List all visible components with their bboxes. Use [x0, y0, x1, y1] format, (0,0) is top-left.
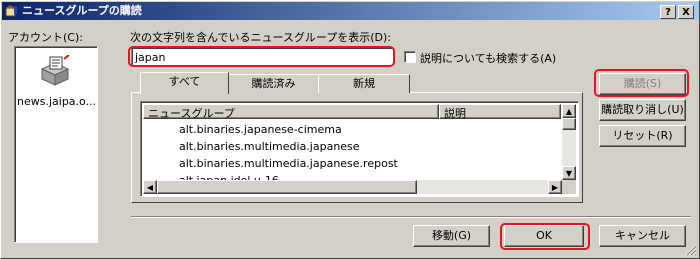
window-title: ニュースグループの購読 — [22, 4, 142, 17]
tab-all[interactable]: すべて — [140, 72, 229, 94]
subscribe-button[interactable]: 購読(S) — [599, 73, 686, 95]
ok-button[interactable]: OK — [504, 225, 584, 247]
search-input[interactable] — [131, 47, 393, 67]
horizontal-scrollbar[interactable]: ◀ ▶ — [143, 180, 562, 194]
list-item[interactable]: alt.binaries.multimedia.japanese — [179, 140, 360, 153]
search-label: 次の文字列を含んでいるニュースグループを表示(D): — [130, 31, 391, 44]
news-server-icon — [40, 55, 70, 86]
account-label: アカウント(C): — [8, 31, 83, 44]
unsubscribe-button[interactable]: 購読取り消し(U) — [599, 99, 686, 121]
scroll-right-arrow-icon[interactable]: ▶ — [548, 180, 562, 194]
newsgroup-list[interactable]: ニュースグループ 説明 alt.binaries.japanese-cimema… — [140, 101, 579, 197]
vertical-scrollbar[interactable]: ▲ ▼ — [562, 104, 576, 180]
account-item[interactable]: news.jaipa.o... — [15, 51, 97, 113]
scroll-down-arrow-icon[interactable]: ▼ — [562, 166, 576, 180]
tab-subscribed[interactable]: 購読済み — [228, 74, 319, 93]
resize-grip-icon[interactable] — [685, 244, 697, 256]
column-header-newsgroup[interactable]: ニュースグループ — [143, 104, 439, 120]
reset-button[interactable]: リセット(R) — [599, 125, 686, 147]
list-item[interactable]: alt.binaries.multimedia.japanese.repost — [179, 157, 398, 170]
scroll-up-arrow-icon[interactable]: ▲ — [562, 104, 576, 118]
column-header-description[interactable]: 説明 — [439, 104, 561, 120]
list-item[interactable]: alt.binaries.japanese-cimema — [179, 123, 342, 136]
horizontal-scroll-thumb[interactable] — [157, 180, 417, 194]
scroll-corner — [562, 180, 576, 194]
app-icon — [5, 5, 17, 17]
also-desc-checkbox[interactable] — [404, 51, 416, 63]
divider — [131, 216, 691, 218]
cancel-button[interactable]: キャンセル — [599, 225, 686, 247]
help-button[interactable]: ? — [660, 5, 676, 19]
scroll-thumb[interactable] — [562, 118, 576, 130]
account-list[interactable]: news.jaipa.o... — [14, 46, 98, 243]
also-desc-label: 説明についても検索する(A) — [420, 52, 557, 65]
scroll-left-arrow-icon[interactable]: ◀ — [143, 180, 157, 194]
title-bar: ニュースグループの購読 ? X — [2, 2, 699, 20]
newsgroup-subscribe-dialog: ニュースグループの購読 ? X アカウント(C): news.jaipa.o..… — [0, 0, 700, 259]
tab-new[interactable]: 新規 — [318, 74, 410, 93]
account-item-label: news.jaipa.o... — [17, 95, 97, 108]
close-button[interactable]: X — [678, 5, 694, 19]
goto-button[interactable]: 移動(G) — [413, 225, 490, 247]
